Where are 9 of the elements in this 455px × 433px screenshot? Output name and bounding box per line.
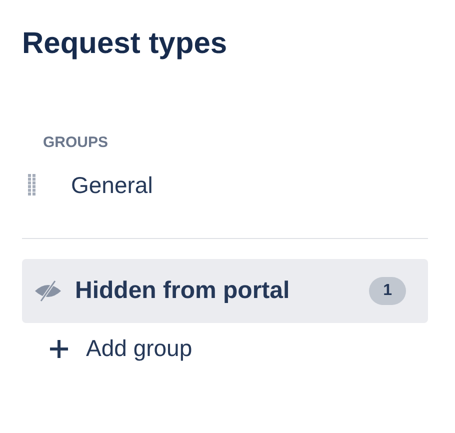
page-title: Request types	[22, 26, 228, 62]
hidden-group-item[interactable]: Hidden from portal 1	[22, 259, 428, 323]
group-item[interactable]: General	[22, 165, 428, 205]
drag-handle-icon[interactable]	[28, 174, 36, 196]
count-badge: 1	[369, 277, 406, 305]
section-heading: GROUPS	[43, 133, 110, 153]
plus-icon	[48, 338, 70, 360]
add-group-button[interactable]: Add group	[48, 335, 192, 362]
hidden-eye-icon	[33, 279, 63, 303]
